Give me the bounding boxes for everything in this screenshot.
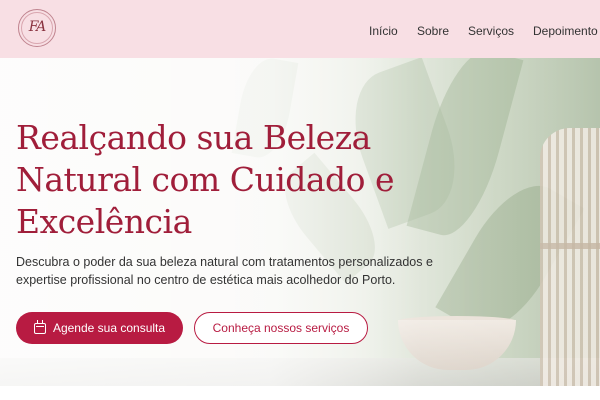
main-nav: Início Sobre Serviços Depoimento: [0, 24, 600, 40]
hero-description-line: Descubra o poder da sua beleza natural c…: [16, 255, 433, 269]
nav-servicos[interactable]: Serviços: [468, 24, 514, 38]
nav-depoimento[interactable]: Depoimento: [533, 24, 598, 38]
nav-sobre[interactable]: Sobre: [417, 24, 449, 38]
hero-title-line: Natural com Cuidado e: [16, 160, 395, 199]
calendar-icon: [33, 319, 46, 334]
site-header: FA Início Sobre Serviços Depoimento: [0, 0, 600, 58]
nav-inicio[interactable]: Início: [369, 24, 398, 38]
hero-title: Realçando sua Beleza Natural com Cuidado…: [16, 117, 476, 243]
book-consultation-label: Agende sua consulta: [52, 321, 166, 335]
hero-description: Descubra o poder da sua beleza natural c…: [16, 253, 456, 289]
hero-description-line: expertise profissional no centro de esté…: [16, 273, 396, 287]
page-bottom-edge: [0, 386, 600, 400]
view-services-label: Conheça nossos serviços: [212, 321, 350, 335]
book-consultation-button[interactable]: Agende sua consulta: [16, 312, 183, 344]
page: FA Início Sobre Serviços Depoimento Real…: [0, 0, 600, 400]
hero-title-line: Excelência: [16, 202, 192, 241]
hero-title-line: Realçando sua Beleza: [16, 118, 371, 157]
view-services-button[interactable]: Conheça nossos serviços: [194, 312, 368, 344]
